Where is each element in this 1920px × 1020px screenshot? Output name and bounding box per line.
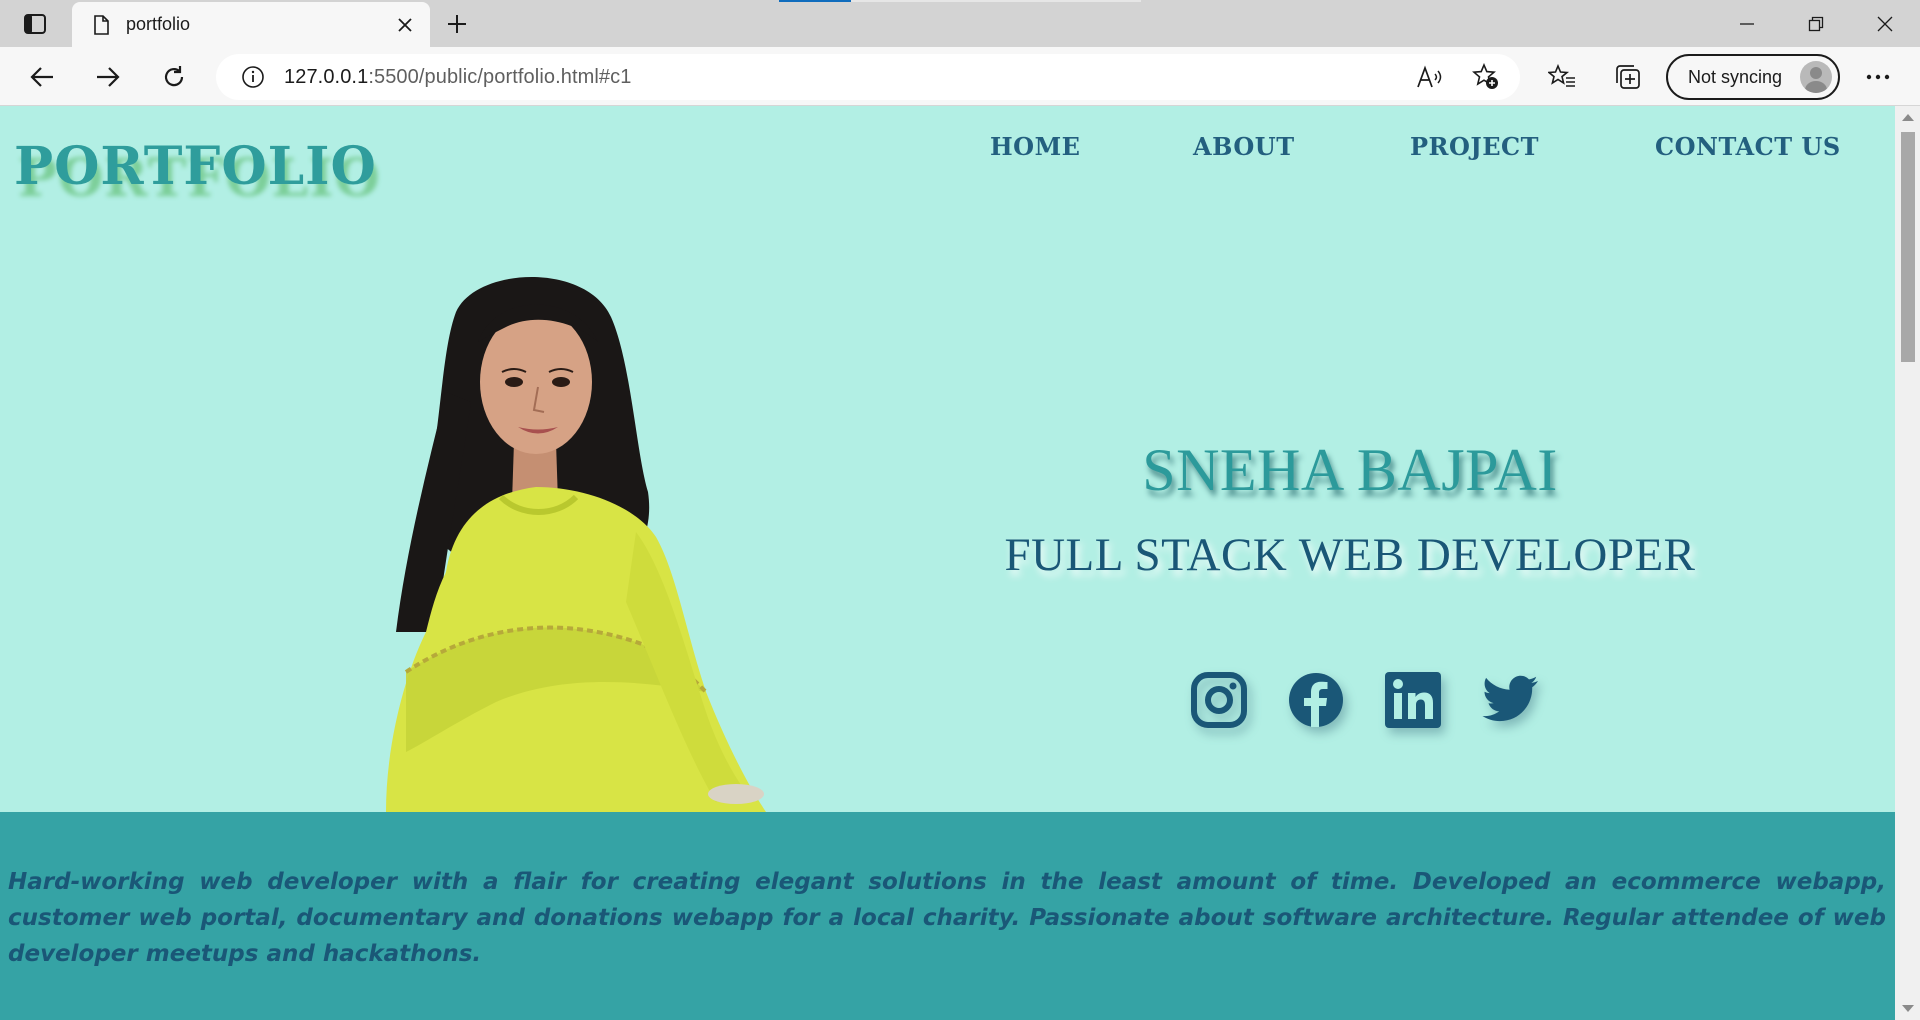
hero-role: FULL STACK WEB DEVELOPER xyxy=(1004,529,1696,581)
read-aloud-button[interactable] xyxy=(1410,57,1450,97)
settings-menu-button[interactable] xyxy=(1858,57,1898,97)
collections-icon xyxy=(1616,65,1640,89)
reload-button[interactable] xyxy=(154,57,194,97)
restore-button[interactable] xyxy=(1781,0,1851,47)
url-path: :5500/public/portfolio.html#c1 xyxy=(368,65,632,88)
nav-project[interactable]: PROJECT xyxy=(1410,132,1539,161)
browser-toolbar: 127.0.0.1:5500/public/portfolio.html#c1 … xyxy=(0,47,1920,106)
star-add-icon xyxy=(1472,63,1498,89)
about-text: Hard-working web developer with a flair … xyxy=(8,869,1886,967)
tab-actions-button[interactable] xyxy=(16,10,54,38)
site-info-icon[interactable] xyxy=(240,64,266,90)
profile-photo xyxy=(386,277,766,812)
profile-button[interactable]: Not syncing xyxy=(1666,54,1840,100)
scroll-down-icon[interactable] xyxy=(1902,1005,1914,1012)
nav-contact-us[interactable]: CONTACT US xyxy=(1655,132,1841,161)
page-icon xyxy=(90,14,112,36)
close-tab-icon[interactable] xyxy=(388,8,422,42)
close-window-button[interactable] xyxy=(1850,0,1920,47)
reload-icon xyxy=(164,66,184,87)
hero-section: PORTFOLIO HOME ABOUT PROJECT CONTACT US xyxy=(0,106,1895,812)
about-section: Hard-working web developer with a flair … xyxy=(0,812,1895,1020)
new-tab-button[interactable] xyxy=(440,8,474,40)
browser-tab-active[interactable]: portfolio xyxy=(72,2,430,47)
minimize-icon xyxy=(1740,22,1754,25)
twitter-icon[interactable] xyxy=(1481,671,1539,729)
browser-tab-bar: portfolio xyxy=(0,0,1920,47)
arrow-left-icon xyxy=(30,67,53,87)
facebook-icon[interactable] xyxy=(1287,671,1345,729)
restore-icon xyxy=(1808,16,1824,31)
page-scrollbar[interactable] xyxy=(1895,106,1920,1020)
loading-indicator xyxy=(779,0,1141,2)
forward-button[interactable] xyxy=(88,57,128,97)
site-logo[interactable]: PORTFOLIO xyxy=(14,136,377,197)
more-icon xyxy=(1866,74,1890,80)
arrow-right-icon xyxy=(97,67,120,87)
scroll-up-icon[interactable] xyxy=(1902,114,1914,121)
plus-icon xyxy=(448,15,466,33)
nav-about[interactable]: ABOUT xyxy=(1193,132,1295,161)
url-text[interactable]: 127.0.0.1:5500/public/portfolio.html#c1 xyxy=(284,66,1520,89)
nav-home[interactable]: HOME xyxy=(990,132,1080,161)
read-aloud-icon xyxy=(1417,65,1442,88)
tab-title: portfolio xyxy=(126,14,191,34)
linkedin-icon[interactable] xyxy=(1384,671,1442,729)
avatar xyxy=(1800,61,1832,93)
page-viewport: PORTFOLIO HOME ABOUT PROJECT CONTACT US xyxy=(0,106,1920,1020)
hero-name: SNEHA BAJPAI xyxy=(1142,437,1558,503)
profile-status: Not syncing xyxy=(1688,66,1783,87)
url-host: 127.0.0.1 xyxy=(284,65,369,88)
scrollbar-thumb[interactable] xyxy=(1901,132,1915,362)
tab-actions-icon xyxy=(24,14,46,34)
close-icon xyxy=(1877,16,1893,31)
address-bar[interactable]: 127.0.0.1:5500/public/portfolio.html#c1 xyxy=(216,54,1520,100)
favorites-icon xyxy=(1548,64,1575,87)
add-favorite-button[interactable] xyxy=(1466,57,1506,97)
instagram-icon[interactable] xyxy=(1190,671,1248,729)
favorites-button[interactable] xyxy=(1542,57,1582,97)
back-button[interactable] xyxy=(22,57,62,97)
collections-button[interactable] xyxy=(1608,57,1648,97)
minimize-button[interactable] xyxy=(1712,0,1782,47)
